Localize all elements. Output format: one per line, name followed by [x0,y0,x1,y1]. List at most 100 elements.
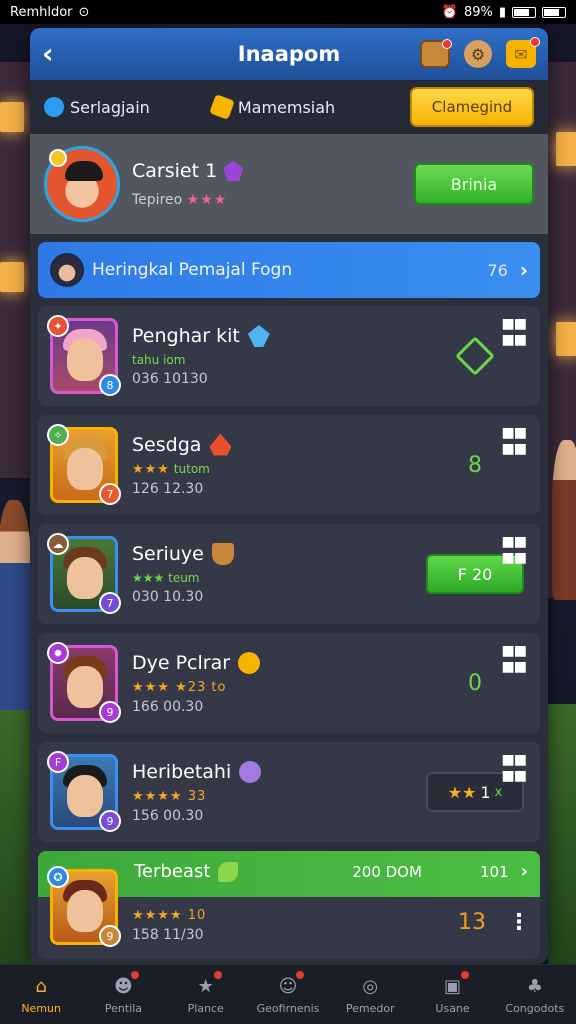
card-meta: 156 00.30 [132,807,204,824]
portrait-face [67,890,103,932]
card-rating: ★★★ teum [132,571,234,585]
card-name-text: Seriuye [132,543,204,565]
card-rating-text: ★★★ ★23 to [132,679,227,695]
list-item[interactable]: ✦ 8 Penghar kit tahu iom 036 10130 ■■ ■■ [38,306,540,406]
avatar-hair [65,161,103,181]
bg-character-right [552,440,576,600]
card-rating: tahu iom [132,353,186,367]
header-icons: ⚙ ✉ [420,37,540,68]
list-item[interactable]: ✧ 7 Sesdga ★★★ tutom 126 12.30 8 ■■ ■■ [38,415,540,515]
chest-icon[interactable] [420,39,452,68]
card-info: Sesdga ★★★ tutom 126 12.30 [132,433,232,497]
featured-value: 13 [458,909,486,935]
star-rating: ★★★ [186,192,228,208]
card-info: Seriuye ★★★ teum 030 10.30 [132,543,234,605]
rank-suffix: x [494,784,503,800]
more-icon[interactable]: ■■ ■■ [502,316,527,348]
mail-icon[interactable]: ✉ [506,37,540,68]
star-rating: ★★ [447,782,477,802]
search-icon: ◎ [362,975,379,997]
tab-label: Serlagjain [70,97,150,117]
featured-name: Terbeast [134,861,211,882]
featured-rating: ★★★★ 10 [132,907,207,923]
header: ‹ Inaapom ⚙ ✉ [30,28,548,80]
fire-icon [209,433,232,456]
settings-icon[interactable]: ⚙ [464,40,492,68]
level-badge: 9 [99,810,121,832]
rank-number: 1 [480,782,491,802]
coin-icon [209,94,235,120]
list-item[interactable]: ✹ 9 Dye Pclrar ★★★ ★23 to 166 00.30 0 ■■… [38,633,540,733]
badge-icon [49,149,67,167]
diamond-icon [455,336,495,376]
sun-icon [238,651,261,674]
alarm-icon: ⏰ [441,4,458,20]
portrait-face [67,666,103,708]
featured-item[interactable]: Terbeast 200 DOM 101 › ✪ 9 ★★★★ 10 158 1 [38,851,540,959]
chevron-right-icon: › [519,258,528,282]
home-icon: ⌂ [35,975,47,997]
notification-dot [295,971,304,979]
nav-item-star[interactable]: ★ Plance [168,971,244,1015]
card-name: Dye Pclrar [132,651,261,674]
signal-icon: ▮ [498,4,506,20]
nav-item-user[interactable]: ▣ Usane [415,971,491,1015]
list-item[interactable]: F 9 Heribetahi ★★★★ 33 156 00.30 ★★ 1 x [38,742,540,842]
crystal-icon [247,325,270,347]
more-icon[interactable]: ■■ ■■ [502,425,527,457]
nav-item-search[interactable]: ◎ Pemedor [332,974,408,1016]
more-icon[interactable]: ■■ ■■ [502,752,527,784]
nav-item-home[interactable]: ⌂ Nemun [3,974,79,1016]
more-icon[interactable]: ■■ ■■ [502,643,527,675]
status-right: ⏰ 89% ▮ [442,5,566,20]
character-portrait: ✧ 7 [47,424,121,505]
notification-dot [530,37,540,47]
status-app-name: Remhldor [10,4,73,20]
nav-label: Geofirnenis [256,1002,320,1015]
card-name-text: Penghar kit [132,325,240,347]
more-icon[interactable]: ■■ ■■ [502,534,527,566]
nav-item-profile[interactable]: ☻ Pentila [85,971,161,1015]
nav-label: Nemun [21,1002,61,1015]
character-list: ✦ 8 Penghar kit tahu iom 036 10130 ■■■■ [30,298,548,959]
list-item[interactable]: ☁ 7 Seriuye ★★★ teum 030 10.30 F 20 ■■ ■■ [38,524,540,624]
back-button[interactable]: ‹ [42,40,72,68]
featured-content: ✪ 9 ★★★★ 10 158 11/30 13 ⋮ [47,866,530,947]
card-name: Heribetahi [132,760,262,783]
character-portrait: ✪ 9 [47,866,121,947]
tab-serlagjain[interactable]: Serlagjain [44,97,150,117]
level-badge: 8 [99,374,121,396]
battery-icon-2 [542,6,566,18]
portrait-face [67,775,103,817]
sync-icon: ⊙ [78,4,90,20]
bg-window [556,322,576,356]
bg-grass-right [548,704,576,964]
battery-icon [512,6,536,18]
level-badge: 9 [99,925,121,947]
claim-button[interactable]: Clamegind [410,87,534,127]
banner[interactable]: Heringkal Pemajal Fogn 76 › [38,242,540,298]
tab-mamemsiah[interactable]: Mamemsiah [209,94,336,120]
card-rating-text: teum [168,571,200,585]
nav-item-group[interactable]: ♣ Congodots [497,974,573,1016]
group-icon: ♣ [526,975,543,997]
star-rating: ★★★ [132,461,170,477]
banner-count: 76 [487,260,508,280]
banner-avatar [50,253,84,287]
card-value: 8 [468,452,482,478]
tab-label: Mamemsiah [237,97,336,117]
profile-action-button[interactable]: Brinia [414,163,534,205]
featured-mid: 200 DOM [352,862,422,881]
card-meta: 126 12.30 [132,480,204,497]
profile-section: Carsiet 1 Tepireo ★★★ Brinia [30,134,548,234]
card-rating: ★★★ tutom [132,462,231,477]
profile-sub-text: Tepireo [132,192,183,208]
kebab-icon[interactable]: ⋮ [508,910,530,935]
card-info: ★★★★ 10 158 11/30 [132,902,206,943]
status-bar: Remhldor ⊙ ⏰ 89% ▮ [0,0,576,24]
level-badge: 7 [99,592,121,614]
avatar[interactable] [44,146,120,222]
nav-item-chat[interactable]: ☺ Geofirnenis [250,971,326,1015]
tabs-row: Serlagjain Mamemsiah Clamegind [30,80,548,134]
profile-icon: ☻ [110,971,140,998]
